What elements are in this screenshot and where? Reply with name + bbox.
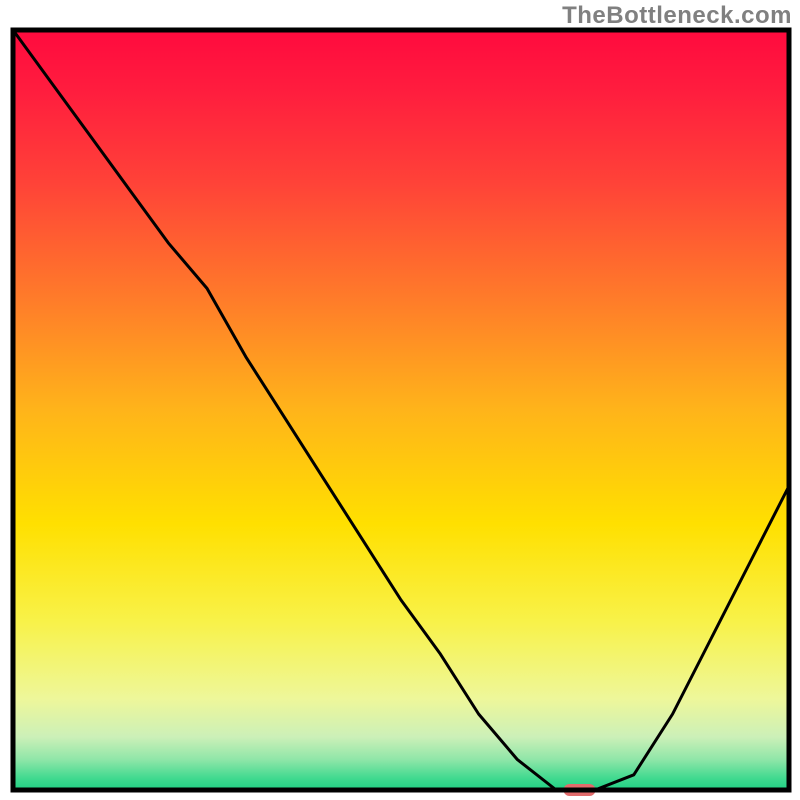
plot-background bbox=[13, 30, 789, 790]
chart-container: { "watermark": "TheBottleneck.com", "cha… bbox=[0, 0, 800, 800]
chart-svg bbox=[0, 0, 800, 800]
watermark-text: TheBottleneck.com bbox=[562, 2, 792, 30]
